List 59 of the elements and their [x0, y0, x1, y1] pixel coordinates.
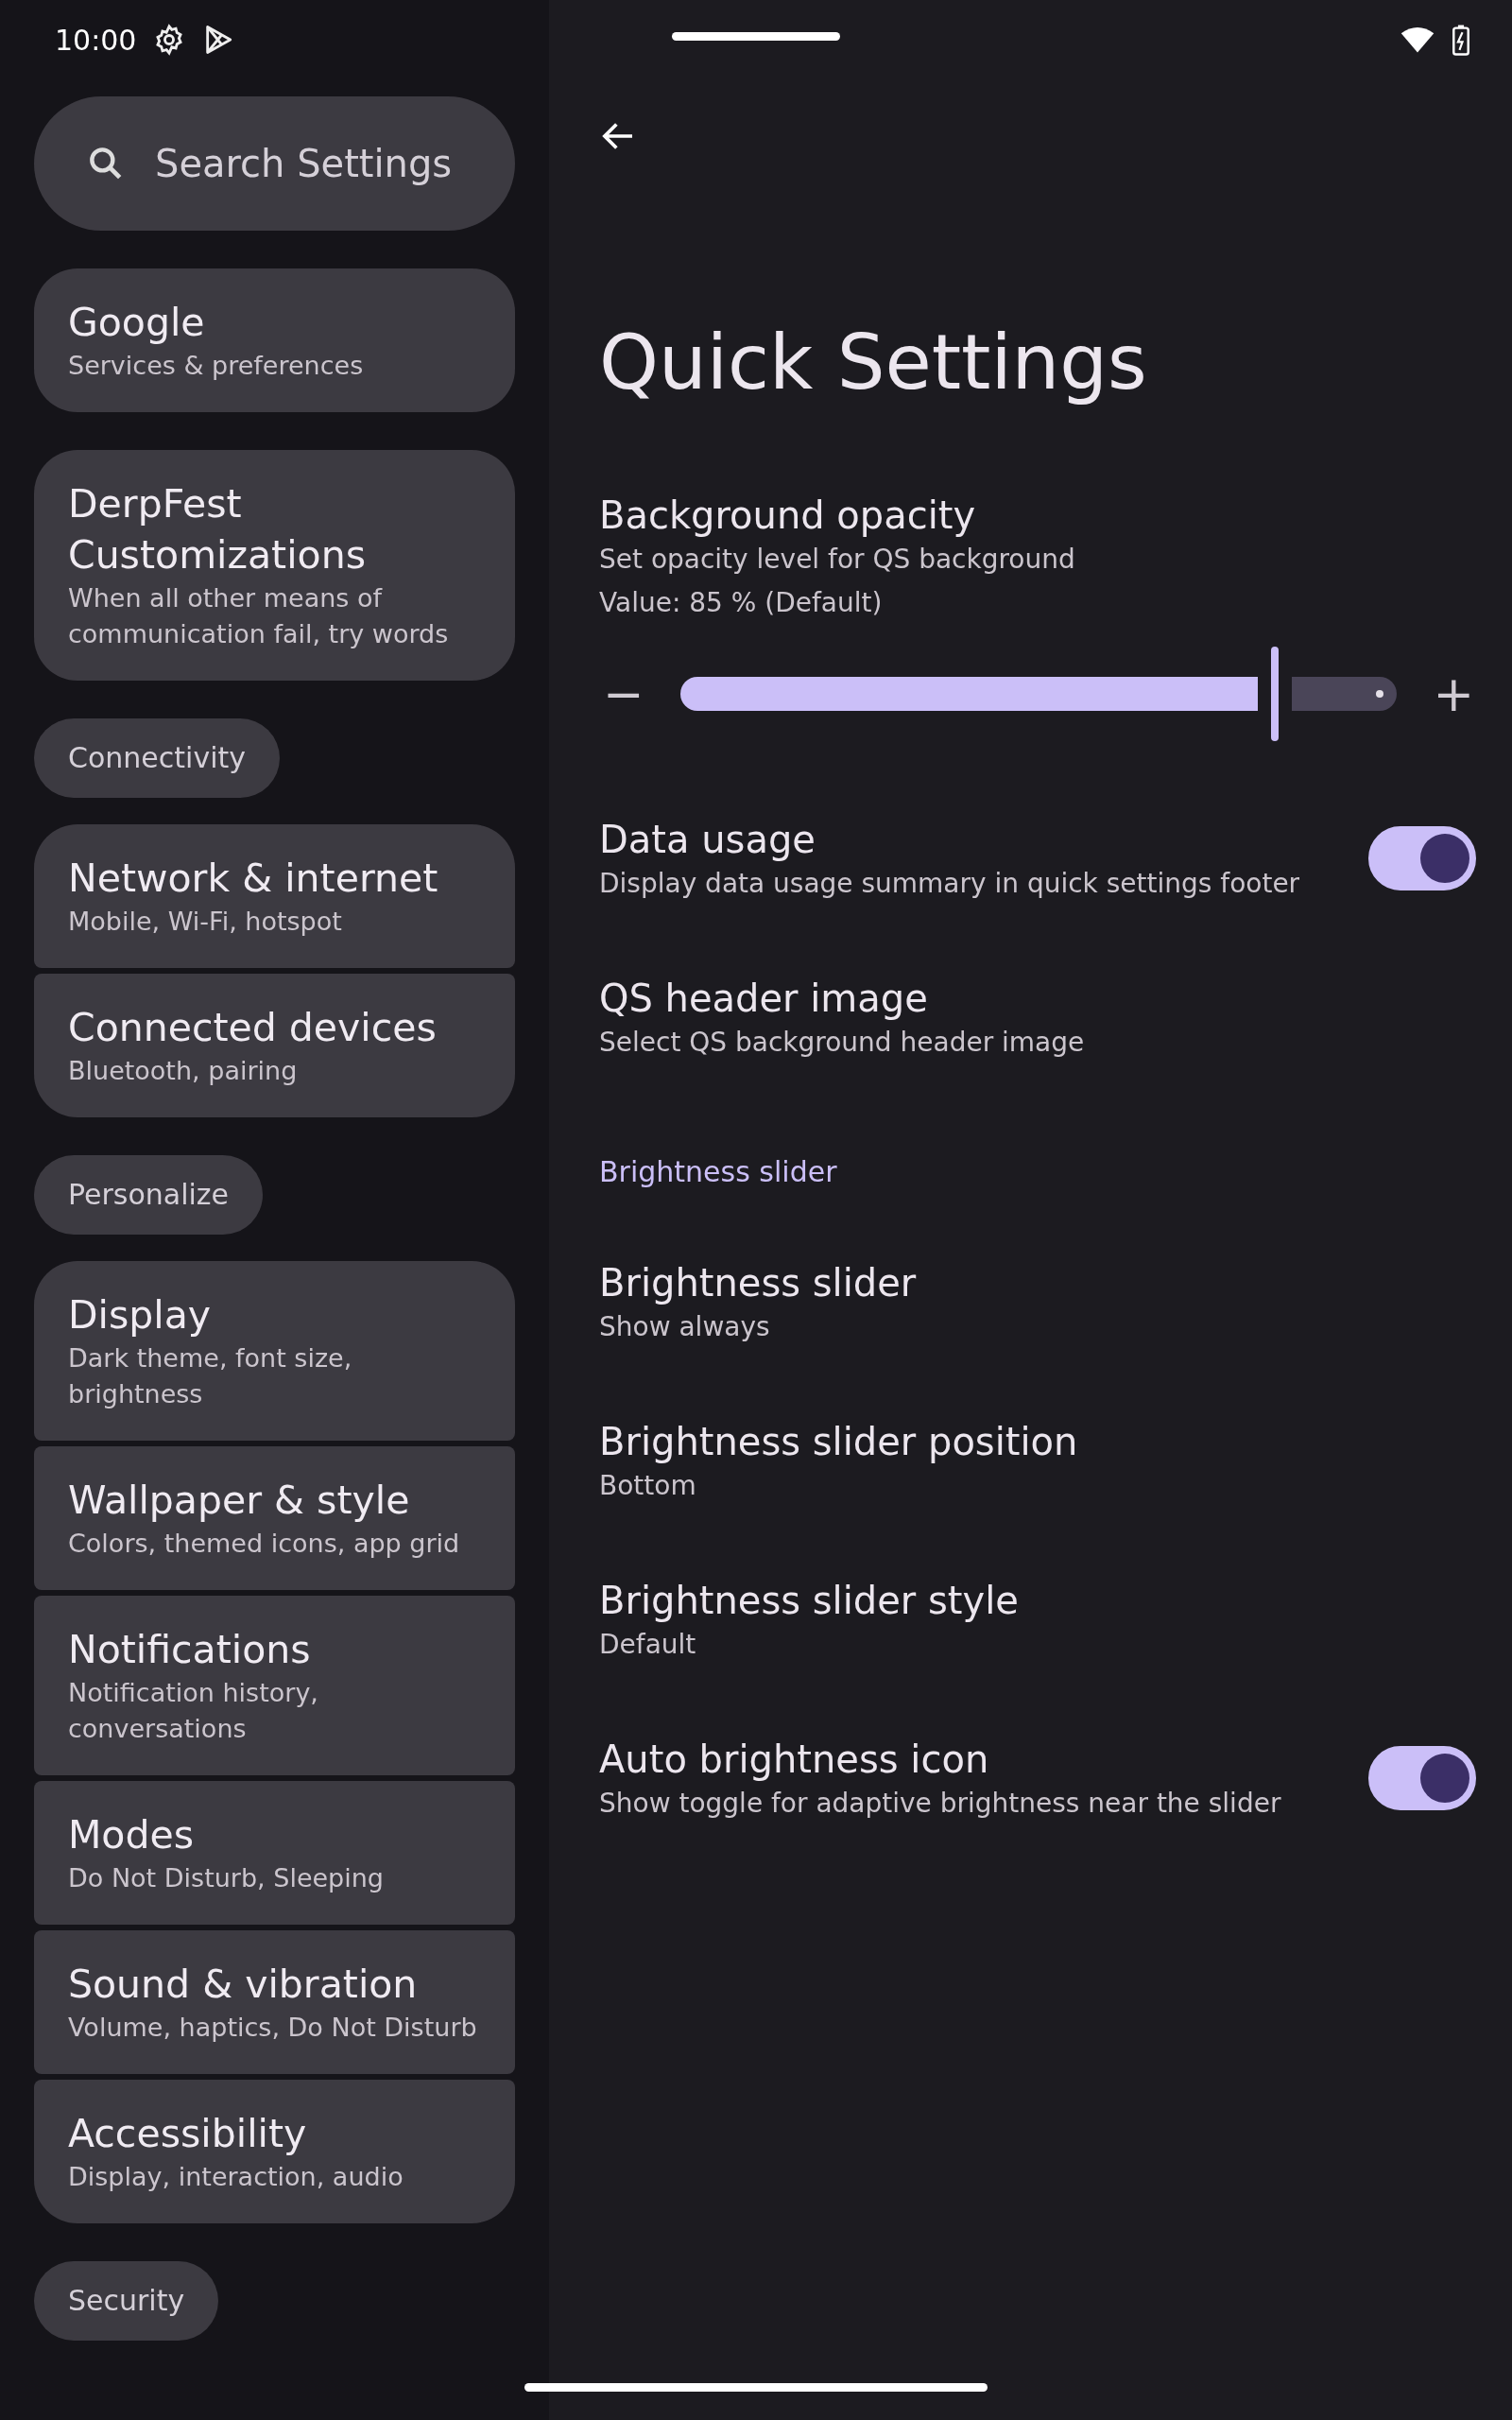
- setting-subtitle: Show always: [599, 1310, 771, 1344]
- settings-card[interactable]: Google Services & preferences: [34, 268, 515, 412]
- setting-subtitle: Default: [599, 1628, 697, 1662]
- setting-subtitle: Set opacity level for QS background: [599, 543, 1076, 577]
- card-title: Wallpaper & style: [68, 1477, 411, 1525]
- category-header: Connectivity: [34, 718, 280, 798]
- setting-title: QS header image: [599, 976, 929, 1022]
- card-title: Display: [68, 1291, 213, 1340]
- battery-charging-icon: [1452, 24, 1470, 56]
- settings-card[interactable]: Sound & vibration Volume, haptics, Do Not Disturb: [34, 1930, 515, 2074]
- card-subtitle: Display, interaction, audio: [68, 2161, 404, 2193]
- wifi-icon: [1400, 26, 1435, 54]
- card-title: Google: [68, 299, 206, 347]
- page-title: Quick Settings: [599, 318, 1148, 408]
- setting-title: Brightness slider style: [599, 1578, 1019, 1624]
- section-header: Brightness slider: [599, 1154, 838, 1190]
- card-subtitle: Volume, haptics, Do Not Disturb: [68, 2012, 478, 2044]
- category-header: Security: [34, 2261, 219, 2341]
- card-title: Accessibility: [68, 2110, 308, 2158]
- card-subtitle: Mobile, Wi-Fi, hotspot: [68, 906, 343, 938]
- card-subtitle: Colors, themed icons, app grid: [68, 1528, 461, 1560]
- settings-card[interactable]: Display Dark theme, font size, brightness: [34, 1261, 515, 1441]
- card-subtitle: Dark theme, font size, brightness: [68, 1342, 353, 1410]
- card-title: Network & internet: [68, 855, 439, 903]
- settings-card[interactable]: DerpFest Customizations When all other means of communication fail, try words: [34, 450, 515, 681]
- card-title: DerpFest Customizations: [68, 480, 367, 579]
- setting-subtitle: Display data usage summary in quick settings footer: [599, 867, 1300, 901]
- card-subtitle: Bluetooth, pairing: [68, 1055, 299, 1087]
- settings-card[interactable]: Network & internet Mobile, Wi-Fi, hotspot: [34, 824, 515, 968]
- setting-value: Value: 85 % (Default): [599, 586, 884, 620]
- card-subtitle: Services & preferences: [68, 350, 365, 382]
- setting-title: Brightness slider position: [599, 1419, 1078, 1465]
- setting-title: Data usage: [599, 817, 816, 863]
- setting-subtitle: Select QS background header image: [599, 1026, 1085, 1060]
- setting-subtitle: Bottom: [599, 1469, 697, 1503]
- card-title: Modes: [68, 1811, 196, 1859]
- setting-subtitle: Show toggle for adaptive brightness near the slider: [599, 1787, 1281, 1821]
- settings-card[interactable]: Accessibility Display, interaction, audio: [34, 2080, 515, 2223]
- search-field[interactable]: Search Settings: [34, 96, 515, 231]
- slider-track[interactable]: [679, 647, 1398, 741]
- settings-card[interactable]: Modes Do Not Disturb, Sleeping: [34, 1781, 515, 1925]
- status-time: 10:00: [55, 23, 137, 57]
- card-subtitle: Do Not Disturb, Sleeping: [68, 1862, 385, 1894]
- card-title: Connected devices: [68, 1004, 438, 1052]
- slider-thumb[interactable]: [1271, 647, 1280, 741]
- card-subtitle: Notification history, conversations: [68, 1677, 319, 1745]
- setting-title: Auto brightness icon: [599, 1737, 990, 1783]
- category-header: Personalize: [34, 1155, 264, 1235]
- card-subtitle: When all other means of communication fail, try words: [68, 582, 450, 650]
- settings-card[interactable]: Connected devices Bluetooth, pairing: [34, 974, 515, 1117]
- setting-title: Background opacity: [599, 493, 977, 539]
- card-title: Notifications: [68, 1626, 312, 1674]
- setting-title: Brightness slider: [599, 1260, 917, 1306]
- increase-button[interactable]: +: [1429, 669, 1478, 718]
- end-dot: [1376, 690, 1384, 698]
- settings-card[interactable]: Wallpaper & style Colors, themed icons, app grid: [34, 1446, 515, 1590]
- card-title: Sound & vibration: [68, 1961, 419, 2009]
- decrease-button[interactable]: −: [599, 669, 648, 718]
- settings-card[interactable]: Notifications Notification history, conversations: [34, 1596, 515, 1775]
